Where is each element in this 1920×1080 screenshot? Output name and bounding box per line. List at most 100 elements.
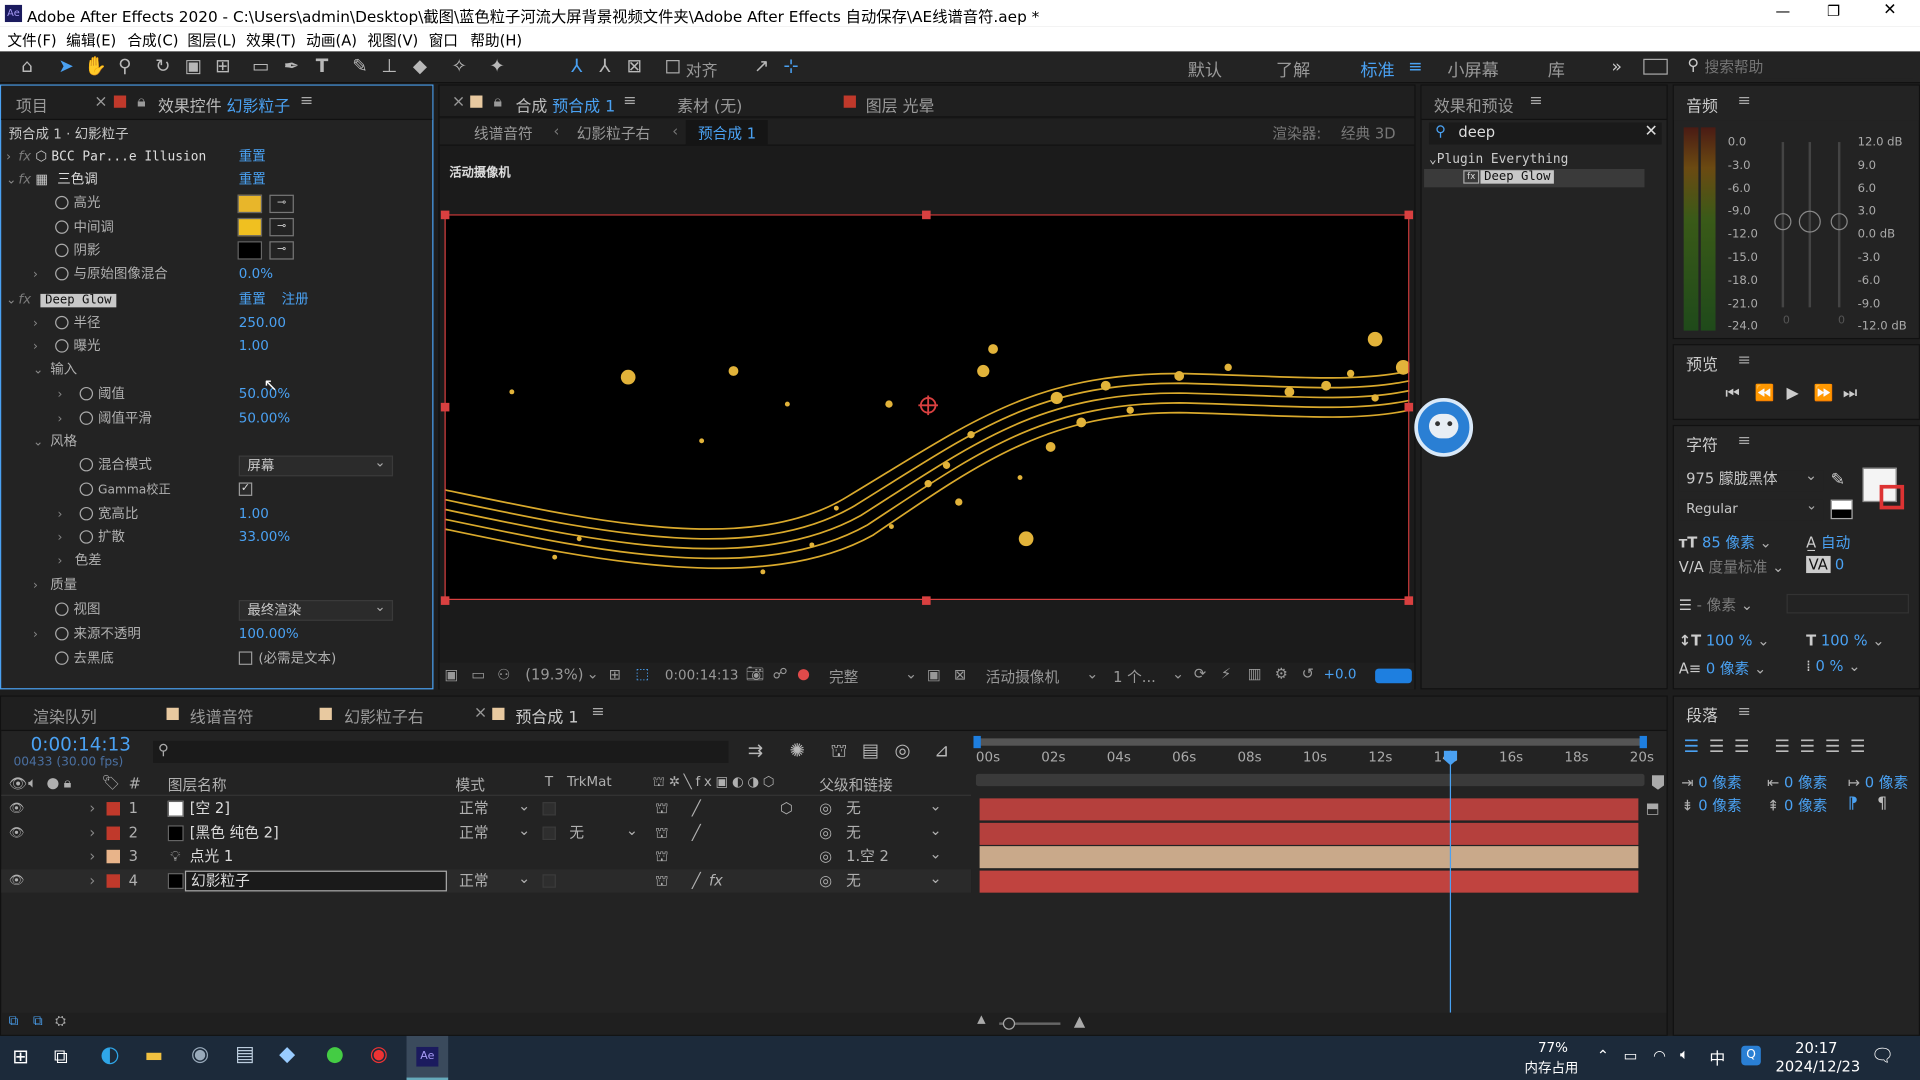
tsume-field[interactable]: ⁞ 0 % ⌄ (1806, 658, 1860, 675)
draft-3d-icon[interactable]: ✺ (785, 738, 809, 762)
space-after-field[interactable]: ⇞ 0 像素 (1767, 795, 1827, 816)
solo-icon[interactable]: ● (47, 774, 60, 791)
eye-icon[interactable]: 👁︎ (9, 775, 28, 792)
bbox-handle[interactable] (440, 402, 450, 412)
effects-presets-title[interactable]: 效果和预设 (1434, 93, 1514, 116)
font-style-dropdown[interactable]: Regular (1678, 496, 1824, 521)
stopwatch-icon[interactable] (79, 506, 94, 521)
exposure-value[interactable]: 1.00 (239, 334, 269, 357)
stopwatch-icon[interactable] (79, 457, 94, 472)
transparency-icon[interactable]: ⊠ (954, 666, 966, 683)
tab-timeline-1[interactable]: 线谱音符 (190, 704, 254, 727)
stopwatch-icon[interactable] (55, 243, 69, 258)
ltr-direction-icon[interactable]: ⁋ (1848, 795, 1858, 813)
stopwatch-icon[interactable] (55, 195, 69, 210)
character-title[interactable]: 字符 (1686, 432, 1718, 455)
eyedropper-icon[interactable]: ⊸ (269, 217, 294, 237)
tab-effect-controls[interactable]: 效果控件 (158, 93, 222, 116)
monitor-icon[interactable]: ▭ (471, 666, 485, 683)
exposure-reset-icon[interactable]: ↺ (1302, 665, 1314, 682)
space-before-field[interactable]: ⇟ 0 像素 (1681, 795, 1741, 816)
align-checkbox[interactable] (666, 60, 680, 74)
workspace-standard[interactable]: 标准 (1360, 58, 1394, 82)
maximize-button[interactable]: ❐ (1827, 2, 1840, 19)
stopwatch-icon[interactable] (55, 651, 69, 665)
bbox-handle[interactable] (440, 596, 450, 605)
audio-icon[interactable]: 🔈︎ (28, 774, 37, 792)
rectangle-tool-icon[interactable]: ▭ (249, 54, 273, 78)
parent-dropdown[interactable]: 无 (846, 869, 939, 892)
workspace-learn[interactable]: 了解 (1276, 58, 1310, 82)
clear-search-icon[interactable]: ✕ (1645, 122, 1658, 140)
quality-switch-icon[interactable]: ╱ (692, 797, 701, 820)
bbox-handle[interactable] (1404, 402, 1414, 412)
align-center-icon[interactable]: ☰ (1709, 737, 1734, 757)
ime-indicator[interactable]: 中 (1709, 1046, 1725, 1069)
layer-row[interactable]: 👁︎ › 1 [空 2] 正常 ⌄ ⛫ ╱ ⬡ ◎ 无 ⌄ (1, 797, 971, 820)
stroke-width-field[interactable]: ☰ - 像素 ⌄ (1679, 594, 1753, 615)
tab-close-icon[interactable]: × (94, 93, 107, 111)
layer-row[interactable]: 👁︎ › 4 幻影粒子 正常 ⌄ ⛫ ╱ fx ◎ 无 ⌄ (1, 868, 972, 893)
panel-menu-icon[interactable]: ≡ (623, 92, 636, 110)
lock-icon[interactable]: 🔒︎ (493, 93, 501, 111)
tab-footage[interactable]: 素材 (无) (677, 93, 742, 116)
menu-view[interactable]: 视图(V) (367, 29, 418, 50)
crumb-1[interactable]: 线谱音符 (474, 122, 533, 143)
stopwatch-icon[interactable] (55, 315, 69, 330)
bbox-handle[interactable] (1404, 210, 1414, 220)
menu-help[interactable]: 帮助(H) (470, 29, 522, 50)
stopwatch-icon[interactable] (79, 482, 94, 496)
timeline-icon[interactable]: ▥ (1248, 665, 1262, 682)
panel-menu-icon[interactable]: ≡ (591, 703, 604, 721)
twirl-arrow-icon[interactable]: › (89, 845, 95, 868)
menu-animation[interactable]: 动画(A) (306, 29, 357, 50)
time-nav-bar[interactable] (975, 773, 1645, 787)
clock-time[interactable]: 20:17 (1795, 1040, 1837, 1057)
file-explorer-icon[interactable]: ▬ (144, 1043, 163, 1066)
roi-icon[interactable]: ▣ (927, 666, 941, 683)
eyedropper-icon[interactable]: ⊸ (269, 241, 294, 260)
kerning-field[interactable]: V/A 度量标准 ⌄ (1679, 556, 1785, 577)
layer-name[interactable]: 幻影粒子 (184, 870, 447, 891)
minimize-button[interactable]: — (1776, 2, 1791, 19)
show-snapshot-icon[interactable]: ☍ (773, 665, 788, 682)
stopwatch-icon[interactable] (79, 386, 94, 401)
parent-dropdown[interactable]: 无 (846, 821, 939, 844)
label-icon[interactable]: 🏷︎ (102, 774, 121, 791)
app-icon-3[interactable]: ◆ (279, 1042, 295, 1066)
prev-frame-icon[interactable]: ⏪ (1755, 384, 1775, 402)
fx-bcc-row[interactable]: › fx ⬡ BCC Par...e Illusion 重置 (1, 144, 432, 167)
quality-switch-icon[interactable]: ╱ (692, 869, 701, 892)
black-white-swatch[interactable] (1830, 499, 1853, 520)
visibility-eye-icon[interactable]: 👁︎ (9, 797, 25, 820)
menu-layer[interactable]: 图层(L) (187, 29, 236, 50)
layer-label-color[interactable] (106, 825, 121, 840)
parent-dropdown[interactable]: 无 (846, 797, 939, 820)
pick-whip-icon[interactable]: ◎ (819, 869, 832, 892)
indent-right-field[interactable]: ⇤ 0 像素 (1767, 771, 1827, 792)
task-view-icon[interactable]: ⧉ (54, 1044, 68, 1068)
playhead[interactable] (1443, 750, 1458, 1013)
app-icon-2[interactable]: ▤ (235, 1042, 255, 1066)
tray-chevron-icon[interactable]: ⌃ (1597, 1047, 1609, 1064)
zoom-dropdown[interactable]: (19.3%) (525, 666, 583, 683)
app-icon-1[interactable]: ◉ (191, 1042, 209, 1066)
pan-behind-icon[interactable]: ⊞ (211, 54, 235, 78)
align-left-icon[interactable]: ☰ (1684, 737, 1709, 757)
crumb-3[interactable]: 预合成 1 (685, 120, 769, 146)
shy-layers-icon[interactable]: ⛫ (827, 738, 851, 762)
view-dropdown[interactable]: 最终渲染 (238, 598, 394, 621)
fx-switch-icon[interactable]: fx (709, 869, 723, 892)
eraser-tool-icon[interactable]: ◆ (408, 54, 432, 78)
rtl-direction-icon[interactable]: ¶ (1877, 795, 1887, 813)
volume-slider-handle[interactable] (1798, 210, 1821, 233)
motion-blur-icon[interactable]: ◎ (890, 738, 914, 762)
search-help-input[interactable] (1704, 56, 1913, 79)
pick-whip-icon[interactable]: ◎ (819, 821, 832, 844)
battery-icon[interactable]: ▭ (1624, 1047, 1638, 1064)
twirl-arrow-icon[interactable]: › (89, 821, 95, 844)
current-time[interactable]: 0:00:14:13 (665, 667, 739, 683)
camera-view-dropdown[interactable]: 活动摄像机 (986, 666, 1059, 687)
menu-file[interactable]: 文件(F) (7, 29, 56, 50)
align-right-icon[interactable]: ☰ (1734, 737, 1759, 757)
